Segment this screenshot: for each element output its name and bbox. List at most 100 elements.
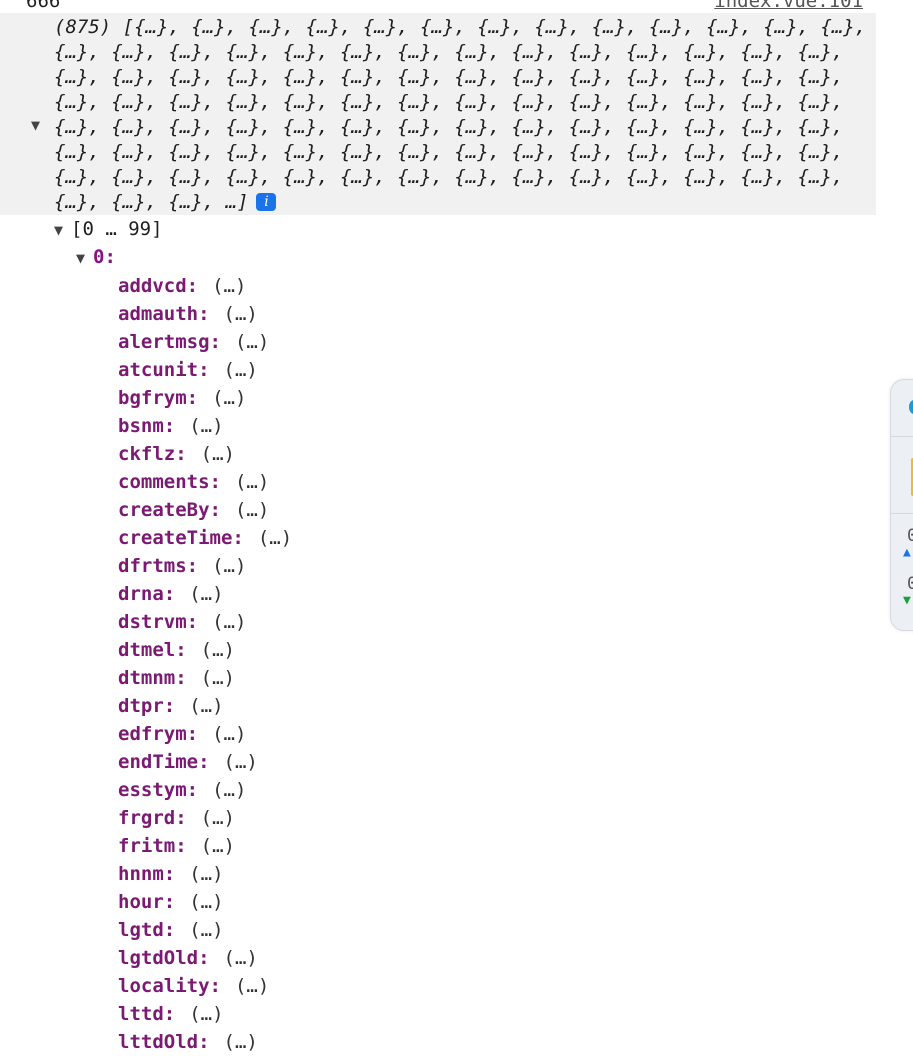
property-row: endTime: (…) <box>118 748 292 776</box>
property-value-getter[interactable]: (…) <box>212 723 246 745</box>
expand-triangle-icon[interactable]: ▼ <box>76 249 85 267</box>
property-row: alertmsg: (…) <box>118 328 292 356</box>
property-key: frgrd: <box>118 807 187 829</box>
expand-triangle-icon[interactable]: ▼ <box>31 116 40 134</box>
property-key: hnnm: <box>118 863 176 885</box>
expand-triangle-icon[interactable]: ▼ <box>54 221 63 239</box>
array-preview-line: {…}, {…}, {…}, {…}, {…}, {…}, {…}, {…}, … <box>54 65 866 90</box>
upload-count: 0 <box>907 526 913 546</box>
property-key: createBy: <box>118 499 221 521</box>
property-row: bgfrym: (…) <box>118 384 292 412</box>
property-key: dtpr: <box>118 695 176 717</box>
property-key: atcunit: <box>118 359 210 381</box>
property-key: locality: <box>118 975 221 997</box>
property-value-getter[interactable]: (…) <box>224 751 258 773</box>
property-value-getter[interactable]: (…) <box>189 919 223 941</box>
array-index-row[interactable]: ▼ 0: <box>76 244 116 270</box>
divider <box>891 513 913 514</box>
property-row: dfrtms: (…) <box>118 552 292 580</box>
property-row: dtmnm: (…) <box>118 664 292 692</box>
property-value-getter[interactable]: (…) <box>235 331 269 353</box>
property-row: bsnm: (…) <box>118 412 292 440</box>
divider <box>891 436 913 437</box>
array-preview-line-text: {…}, {…}, {…}, …] <box>54 191 249 213</box>
array-preview-line: {…}, {…}, {…}, {…}, {…}, {…}, {…}, {…}, … <box>54 90 866 115</box>
download-count: 0 <box>907 574 913 594</box>
property-value-getter[interactable]: (…) <box>224 947 258 969</box>
property-value-getter[interactable]: (…) <box>189 583 223 605</box>
property-value-getter[interactable]: (…) <box>189 863 223 885</box>
property-value-getter[interactable]: (…) <box>189 1003 223 1025</box>
property-key: hour: <box>118 891 176 913</box>
property-value-getter[interactable]: (…) <box>201 667 235 689</box>
array-preview-line: {…}, {…}, {…}, {…}, {…}, {…}, {…}, {…}, … <box>54 40 866 65</box>
property-value-getter[interactable]: (…) <box>235 975 269 997</box>
property-row: lgtdOld: (…) <box>118 944 292 972</box>
property-row: fritm: (…) <box>118 832 292 860</box>
index-label: 0: <box>93 246 116 268</box>
property-value-getter[interactable]: (…) <box>189 695 223 717</box>
property-value-getter[interactable]: (…) <box>224 303 258 325</box>
property-key: dtmel: <box>118 639 187 661</box>
property-value-getter[interactable]: (…) <box>224 359 258 381</box>
property-value-getter[interactable]: (…) <box>189 415 223 437</box>
property-value-getter[interactable]: (…) <box>212 555 246 577</box>
property-row: esstym: (…) <box>118 776 292 804</box>
property-value-getter[interactable]: (…) <box>212 275 246 297</box>
property-row: lttd: (…) <box>118 1000 292 1028</box>
property-key: dfrtms: <box>118 555 199 577</box>
property-row: admauth: (…) <box>118 300 292 328</box>
property-row: ckflz: (…) <box>118 440 292 468</box>
property-row: dtpr: (…) <box>118 692 292 720</box>
property-row: drna: (…) <box>118 580 292 608</box>
arrow-down-icon: ▼ <box>903 593 911 608</box>
array-preview-line-text: {…}, {…}, {…}, {…}, {…}, {…}, {…}, {…}, … <box>54 41 844 63</box>
array-preview[interactable]: ▼ (875) [{…}, {…}, {…}, {…}, {…}, {…}, {… <box>0 13 876 215</box>
property-key: drna: <box>118 583 176 605</box>
info-icon[interactable]: i <box>256 193 277 211</box>
range-label: [0 … 99] <box>71 218 163 240</box>
property-value-getter[interactable]: (…) <box>201 835 235 857</box>
source-link[interactable]: index.vue:101 <box>714 0 863 12</box>
array-preview-line-text: {…}, {…}, {…}, {…}, {…}, {…}, {…}, {…}, … <box>54 141 844 163</box>
array-preview-line: {…}, {…}, {…}, …] i <box>54 190 866 215</box>
property-key: esstym: <box>118 779 199 801</box>
property-value-getter[interactable]: (…) <box>201 443 235 465</box>
array-preview-text: (875) [{…}, {…}, {…}, {…}, {…}, {…}, {…}… <box>54 15 866 215</box>
property-row: createBy: (…) <box>118 496 292 524</box>
property-row: atcunit: (…) <box>118 356 292 384</box>
property-value-getter[interactable]: (…) <box>258 527 292 549</box>
array-range-row[interactable]: ▼ [0 … 99] <box>54 216 163 242</box>
property-value-getter[interactable]: (…) <box>212 611 246 633</box>
property-value-getter[interactable]: (…) <box>201 639 235 661</box>
floating-side-widget[interactable]: 0 ▲ 0 ▼ <box>890 379 913 631</box>
property-key: dstrvm: <box>118 611 199 633</box>
array-preview-line: {…}, {…}, {…}, {…}, {…}, {…}, {…}, {…}, … <box>54 140 866 165</box>
property-row: hour: (…) <box>118 888 292 916</box>
property-value-getter[interactable]: (…) <box>235 499 269 521</box>
property-row: dtmel: (…) <box>118 636 292 664</box>
property-value-getter[interactable]: (…) <box>201 807 235 829</box>
property-row: lgtd: (…) <box>118 916 292 944</box>
property-key: lgtd: <box>118 919 176 941</box>
property-row: edfrym: (…) <box>118 720 292 748</box>
property-row: hnnm: (…) <box>118 860 292 888</box>
property-value-getter[interactable]: (…) <box>224 1031 258 1053</box>
property-value-getter[interactable]: (…) <box>212 779 246 801</box>
property-key: lgtdOld: <box>118 947 210 969</box>
property-key: addvcd: <box>118 275 199 297</box>
property-value-getter[interactable]: (…) <box>212 387 246 409</box>
property-key: dtmnm: <box>118 667 187 689</box>
property-value-getter[interactable]: (…) <box>189 891 223 913</box>
property-row: lttdOld: (…) <box>118 1028 292 1056</box>
property-key: bgfrym: <box>118 387 199 409</box>
property-row: frgrd: (…) <box>118 804 292 832</box>
object-properties: addvcd: (…) admauth: (…) alertmsg: (…) atcunit… <box>118 272 292 1056</box>
property-key: endTime: <box>118 751 210 773</box>
array-preview-line-text: {…}, {…}, {…}, {…}, {…}, {…}, {…}, {…}, … <box>54 116 844 138</box>
property-key: comments: <box>118 471 221 493</box>
arrow-up-icon: ▲ <box>903 545 911 560</box>
array-preview-line-text: (875) [{…}, {…}, {…}, {…}, {…}, {…}, {…}… <box>54 16 867 38</box>
status-dot-icon <box>909 400 913 414</box>
property-value-getter[interactable]: (…) <box>235 471 269 493</box>
